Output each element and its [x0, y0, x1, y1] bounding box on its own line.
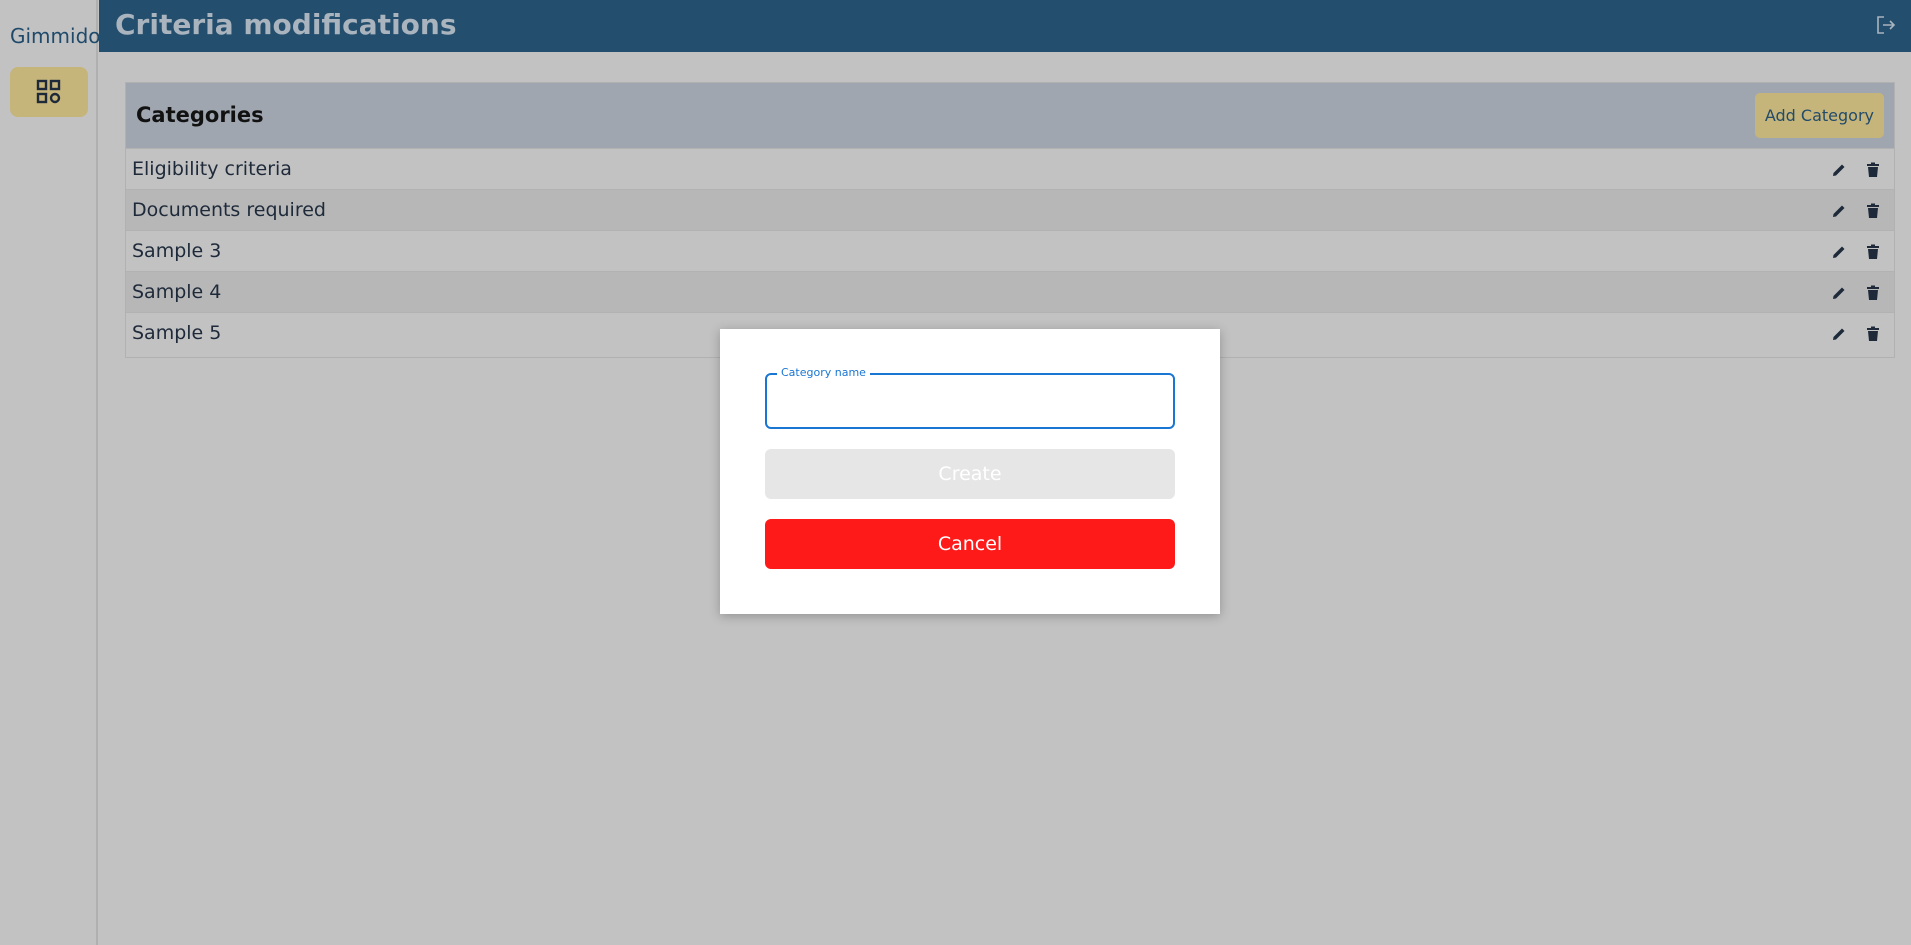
- page-title: Criteria modifications: [115, 8, 457, 41]
- edit-button[interactable]: [1828, 241, 1850, 263]
- edit-button[interactable]: [1828, 200, 1850, 222]
- edit-button[interactable]: [1828, 323, 1850, 345]
- row-actions: [1828, 159, 1884, 181]
- row-actions: [1828, 241, 1884, 263]
- create-button[interactable]: Create: [765, 449, 1175, 499]
- category-name-field: Category name: [765, 366, 1175, 429]
- delete-button[interactable]: [1862, 241, 1884, 263]
- table-row: Eligibility criteria: [126, 148, 1894, 189]
- app-root: Gimmido Criteria modifications Categorie…: [0, 0, 1911, 945]
- table-row: Sample 4: [126, 271, 1894, 312]
- trash-icon: [1867, 285, 1879, 300]
- row-actions: [1828, 323, 1884, 345]
- row-actions: [1828, 200, 1884, 222]
- pencil-icon: [1833, 287, 1845, 299]
- sidebar: Gimmido: [0, 0, 101, 945]
- grid-dashboard-icon: [36, 79, 61, 104]
- trash-icon: [1867, 326, 1879, 341]
- trash-icon: [1867, 162, 1879, 177]
- edit-button[interactable]: [1828, 282, 1850, 304]
- cancel-button[interactable]: Cancel: [765, 519, 1175, 569]
- brand-logo-text: Gimmido: [10, 24, 101, 48]
- add-category-button[interactable]: Add Category: [1754, 93, 1884, 138]
- dashboard-nav-button[interactable]: [10, 67, 88, 117]
- trash-icon: [1867, 203, 1879, 218]
- delete-button[interactable]: [1862, 323, 1884, 345]
- pencil-icon: [1833, 164, 1845, 176]
- category-name: Sample 3: [132, 240, 222, 262]
- trash-icon: [1867, 244, 1879, 259]
- delete-button[interactable]: [1862, 159, 1884, 181]
- category-name-input[interactable]: [779, 385, 1163, 417]
- pencil-icon: [1833, 205, 1845, 217]
- pencil-icon: [1833, 246, 1845, 258]
- row-actions: [1828, 282, 1884, 304]
- categories-title: Categories: [136, 103, 264, 127]
- delete-button[interactable]: [1862, 200, 1884, 222]
- top-header: Criteria modifications: [99, 0, 1911, 52]
- categories-panel: Categories Add Category Eligibility crit…: [125, 82, 1895, 358]
- logout-button[interactable]: [1875, 14, 1899, 38]
- table-row: Documents required: [126, 189, 1894, 230]
- table-row: Sample 3: [126, 230, 1894, 271]
- category-name: Sample 5: [132, 322, 222, 344]
- category-name: Sample 4: [132, 281, 222, 303]
- edit-button[interactable]: [1828, 159, 1850, 181]
- category-name: Documents required: [132, 199, 326, 221]
- logout-icon: [1877, 16, 1896, 34]
- category-name: Eligibility criteria: [132, 158, 292, 180]
- delete-button[interactable]: [1862, 282, 1884, 304]
- categories-panel-header: Categories Add Category: [126, 83, 1894, 148]
- create-category-dialog: Category name Create Cancel: [720, 329, 1220, 614]
- pencil-icon: [1833, 328, 1845, 340]
- category-name-label: Category name: [777, 366, 870, 379]
